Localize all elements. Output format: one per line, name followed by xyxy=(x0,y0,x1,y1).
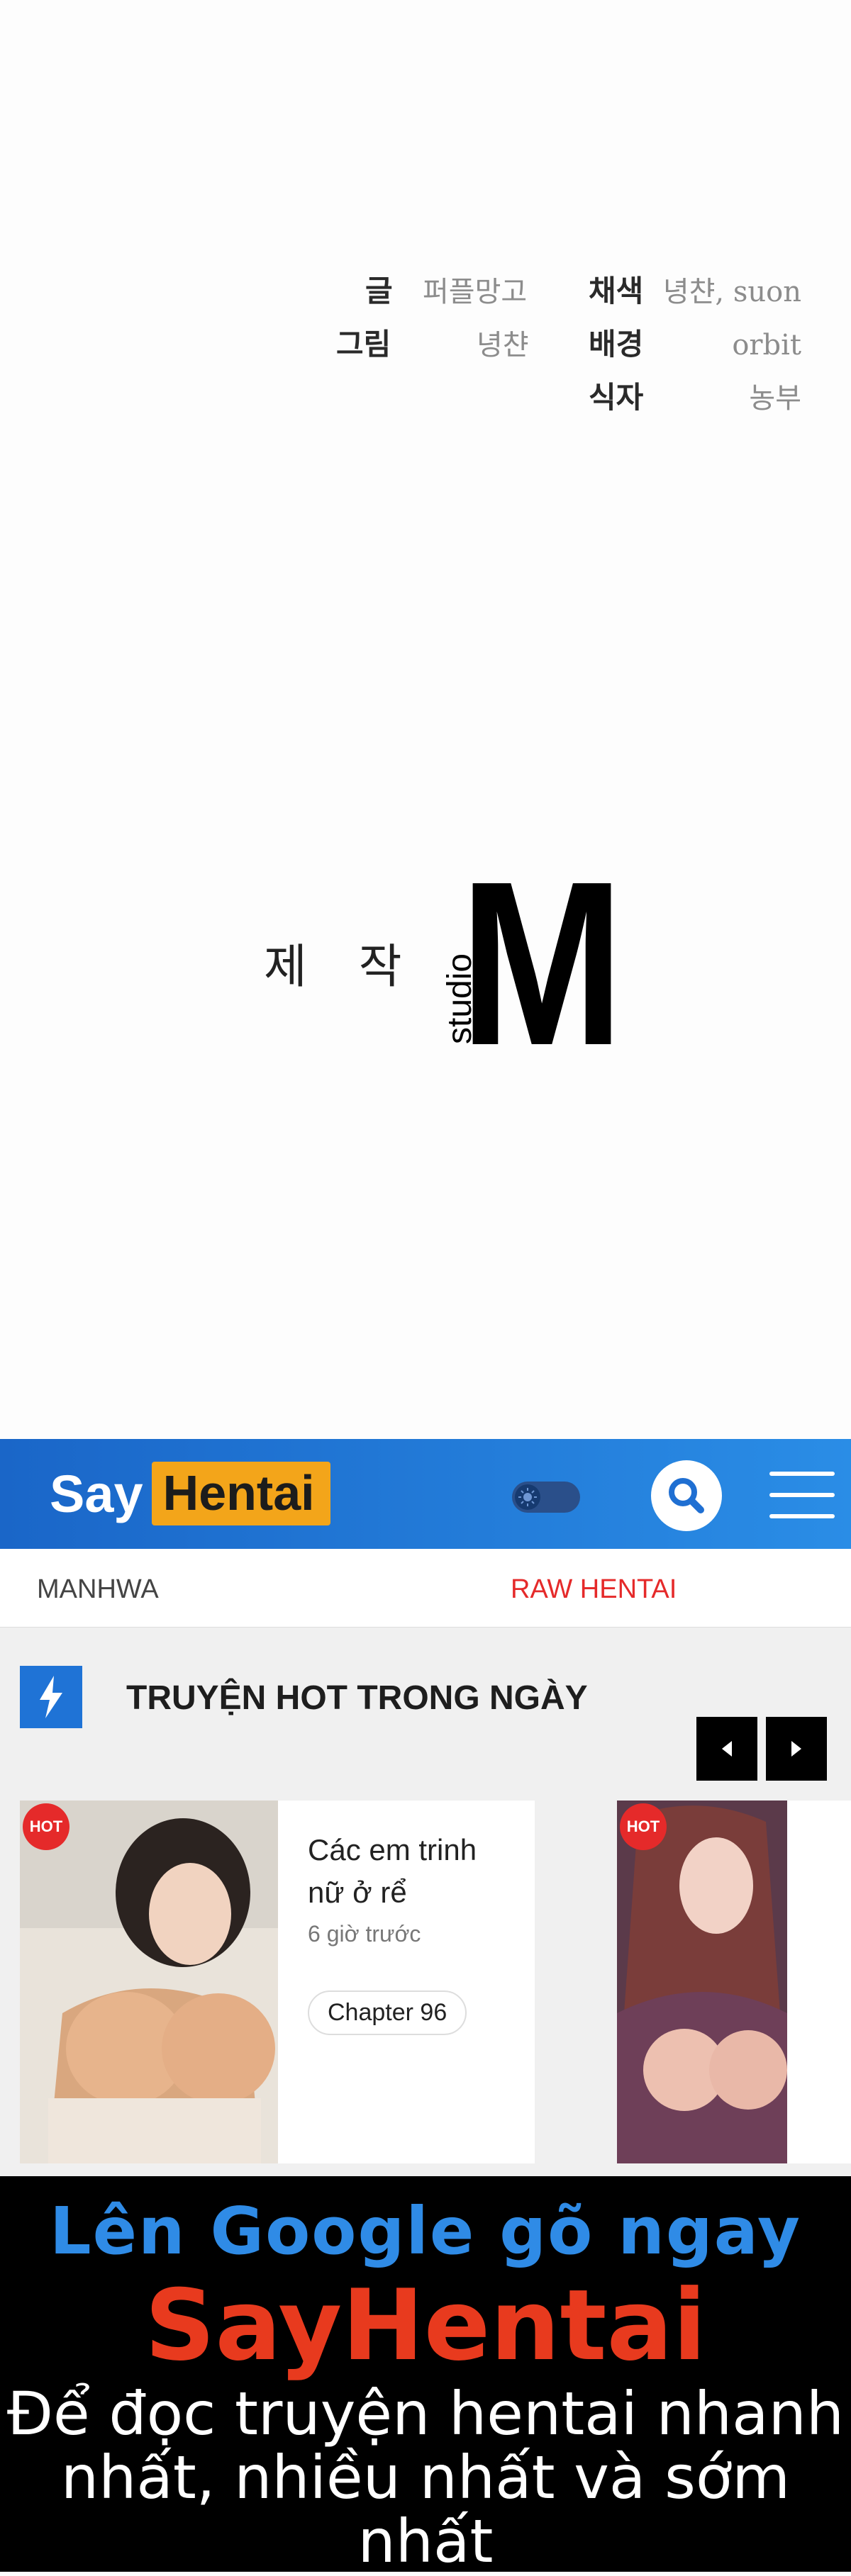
credits-page: 글 퍼플망고 그림 녕챤 채색 녕챤, suon 배경 orbit 식자 농부 … xyxy=(0,0,851,1439)
hot-badge: HOT xyxy=(23,1803,69,1850)
logo-letter: M xyxy=(460,868,624,1053)
next-button[interactable] xyxy=(766,1717,827,1781)
sun-icon xyxy=(518,1488,537,1506)
typeset-label: 식자 xyxy=(589,380,644,415)
comic-cover xyxy=(20,1801,278,2163)
hot-badge: HOT xyxy=(620,1803,667,1850)
lightning-icon xyxy=(20,1666,82,1728)
chevron-left-icon xyxy=(722,1741,732,1757)
chevron-right-icon xyxy=(791,1741,801,1757)
background-label: 배경 xyxy=(589,327,644,362)
dark-mode-toggle[interactable] xyxy=(512,1482,580,1513)
studio-m-logo: M studio xyxy=(425,832,624,1094)
category-nav: MANHWA RAW HENTAI xyxy=(0,1549,851,1628)
nav-manhwa[interactable]: MANHWA xyxy=(37,1574,159,1605)
comic-title[interactable]: Các em trinh nữ ở rể xyxy=(308,1829,521,1914)
logo-say: Say xyxy=(50,1464,143,1523)
comic-card[interactable]: HOT xyxy=(617,1801,851,2163)
nav-raw-hentai[interactable]: RAW HENTAI xyxy=(511,1574,677,1605)
promo-line-2: SayHentai xyxy=(145,2268,706,2382)
art-label: 그림 xyxy=(336,327,391,362)
promo-banner: Lên Google gõ ngay SayHentai Để đọc truy… xyxy=(0,2176,851,2576)
promo-line-1: Lên Google gõ ngay xyxy=(50,2193,801,2269)
comic-cover xyxy=(617,1801,787,2163)
search-icon xyxy=(669,1478,704,1513)
update-time: 6 giờ trước xyxy=(308,1921,421,1947)
toggle-knob xyxy=(515,1484,540,1510)
art-value: 녕챤 xyxy=(477,329,529,362)
color-value: 녕챤, suon xyxy=(662,276,801,308)
logo-hentai: Hentai xyxy=(151,1462,330,1525)
chapter-button[interactable]: Chapter 96 xyxy=(308,1990,467,2035)
background-value: orbit xyxy=(732,329,801,362)
logo-word: studio xyxy=(441,953,479,1044)
typeset-value: 농부 xyxy=(749,382,801,415)
prev-button[interactable] xyxy=(696,1717,757,1781)
menu-icon[interactable] xyxy=(769,1472,835,1518)
site-logo[interactable]: Say Hentai xyxy=(50,1459,330,1528)
color-label: 채색 xyxy=(589,274,644,308)
promo-line-3: Để đọc truyện hentai nhanh nhất, nhiều n… xyxy=(6,2379,845,2576)
comic-card[interactable]: HOT Các em trinh nữ ở rể 6 giờ trước Cha… xyxy=(20,1801,535,2163)
story-value: 퍼플망고 xyxy=(423,276,528,308)
site-preview: Say Hentai MANHWA RAW HENTAI TRUYỆN HOT … xyxy=(0,1439,851,2176)
search-button[interactable] xyxy=(651,1460,722,1531)
section-title: TRUYỆN HOT TRONG NGÀY xyxy=(126,1679,588,1717)
story-label: 글 xyxy=(365,274,393,308)
production-label: 제 작 xyxy=(264,939,421,994)
site-header: Say Hentai xyxy=(0,1439,851,1549)
